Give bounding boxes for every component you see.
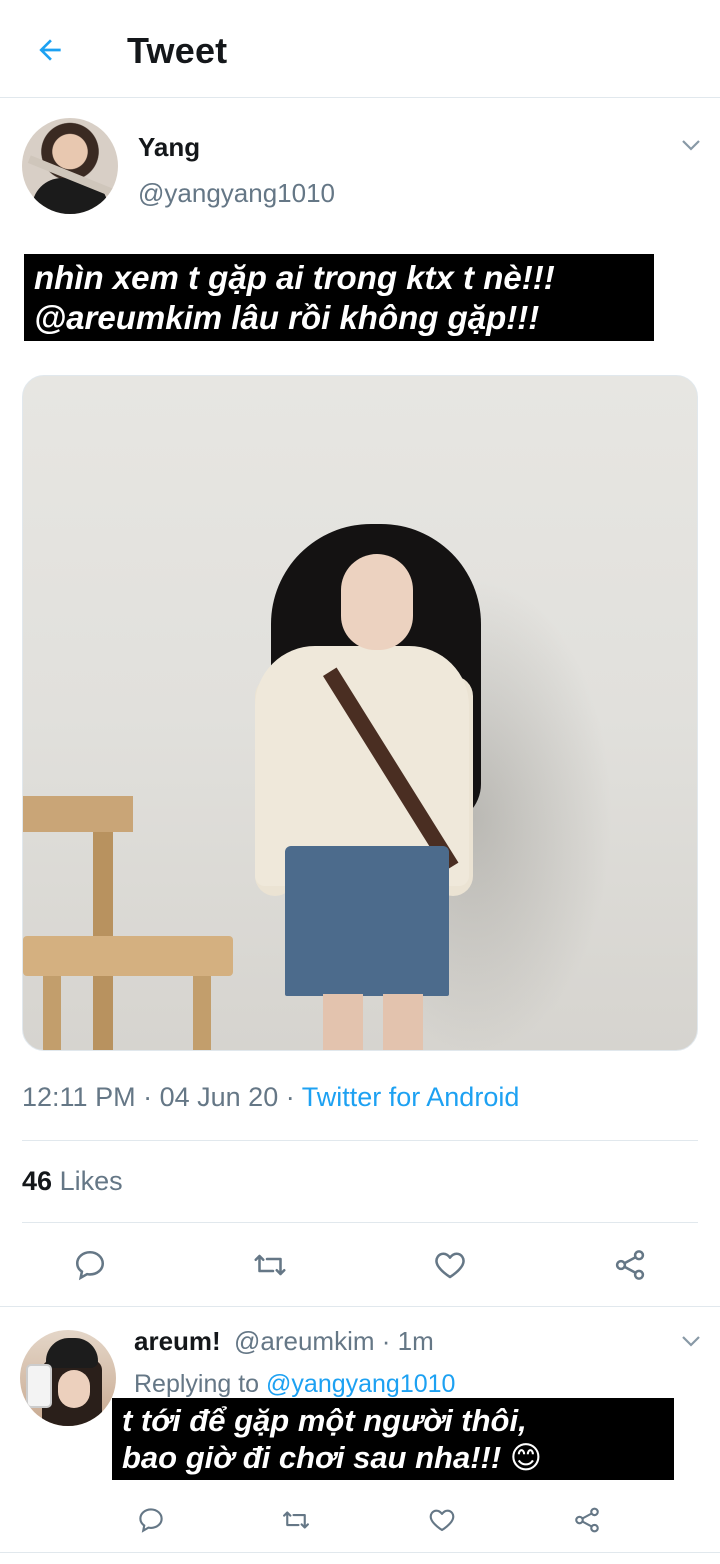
- replying-to-label: Replying to: [134, 1370, 260, 1398]
- share-button[interactable]: [606, 1241, 654, 1289]
- reply-icon: [139, 1508, 163, 1533]
- reply-reply-button[interactable]: [127, 1496, 175, 1544]
- reply-handle-text: @areumkim: [234, 1326, 375, 1356]
- author-handle[interactable]: @yangyang1010: [138, 178, 335, 209]
- share-icon: [615, 1250, 645, 1280]
- author-name[interactable]: Yang: [138, 132, 200, 163]
- caption-line: @areumkim lâu rồi không gặp!!!: [34, 298, 540, 336]
- retweet-icon: [283, 1511, 309, 1529]
- reply-icon: [75, 1250, 105, 1281]
- reply-menu-button[interactable]: [676, 1326, 706, 1356]
- tweet-date: 04 Jun 20: [159, 1082, 279, 1112]
- replying-to: Replying to @yangyang1010: [134, 1370, 455, 1399]
- divider: [0, 1552, 720, 1553]
- chevron-down-icon: [682, 140, 700, 151]
- top-bar: Tweet: [0, 0, 720, 98]
- tweet-photo[interactable]: [22, 375, 698, 1051]
- divider: [0, 1306, 720, 1307]
- caption-line: nhìn xem t gặp ai trong ktx t nè!!!: [34, 259, 555, 296]
- chevron-down-icon: [682, 1336, 700, 1347]
- back-button[interactable]: [28, 28, 72, 72]
- reply-caption: t tới để gặp một người thôi, bao giờ đi …: [112, 1398, 674, 1481]
- meta-separator: ·: [285, 1082, 295, 1112]
- reply-share-button[interactable]: [563, 1496, 611, 1544]
- heart-icon: [429, 1509, 455, 1532]
- arrow-left-icon: [39, 39, 61, 61]
- author-avatar[interactable]: [22, 118, 118, 214]
- tweet-caption: nhìn xem t gặp ai trong ktx t nè!!! @are…: [24, 254, 654, 342]
- caption-line: bao giờ đi chơi sau nha!!! 😊: [122, 1440, 543, 1476]
- tweet-time: 12:11 PM: [22, 1082, 136, 1112]
- reply-retweet-button[interactable]: [272, 1496, 320, 1544]
- page-title: Tweet: [127, 30, 228, 71]
- likes-count: 46: [22, 1166, 53, 1196]
- reply-author-name[interactable]: areum!: [134, 1326, 221, 1357]
- tweet-meta: 12:11 PM · 04 Jun 20 · Twitter for Andro…: [22, 1082, 519, 1113]
- divider: [22, 1222, 698, 1223]
- retweet-button[interactable]: [246, 1241, 294, 1289]
- reply-author-handle[interactable]: @areumkim · 1m: [234, 1326, 434, 1357]
- reply-like-button[interactable]: [418, 1496, 466, 1544]
- likes-label: Likes: [59, 1166, 123, 1196]
- reply-time: · 1m: [381, 1326, 434, 1356]
- share-icon: [575, 1507, 599, 1533]
- heart-icon: [435, 1252, 465, 1279]
- likes-stat[interactable]: 46 Likes: [22, 1166, 123, 1197]
- replying-to-mention[interactable]: @yangyang1010: [266, 1370, 455, 1398]
- reply-author-avatar[interactable]: [20, 1330, 116, 1426]
- retweet-icon: [254, 1254, 286, 1276]
- tweet-menu-button[interactable]: [676, 130, 706, 160]
- meta-separator: ·: [143, 1082, 153, 1112]
- reply-button[interactable]: [66, 1241, 114, 1289]
- like-button[interactable]: [426, 1241, 474, 1289]
- divider: [22, 1140, 698, 1141]
- tweet-source-link[interactable]: Twitter for Android: [302, 1082, 520, 1112]
- caption-line: t tới để gặp một người thôi,: [122, 1403, 527, 1438]
